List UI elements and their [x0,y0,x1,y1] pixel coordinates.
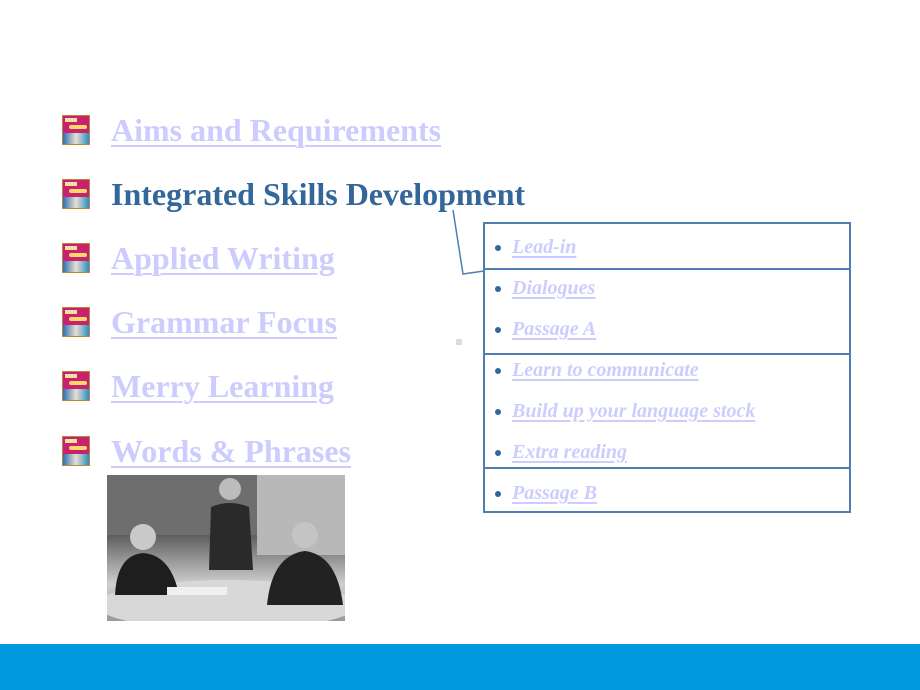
bullet-icon [495,367,501,374]
submenu-item[interactable]: Learn to communicate [495,359,699,382]
bullet-icon [495,449,501,456]
submenu-item[interactable]: Lead-in [495,236,576,259]
divider [485,353,849,355]
divider [485,467,849,469]
divider [485,268,849,270]
submenu-link[interactable]: Build up your language stock [512,400,755,423]
submenu-item[interactable]: Build up your language stock [495,400,755,423]
submenu-link[interactable]: Extra reading [512,441,627,464]
submenu-box: Lead-in Dialogues Passage A Learn to com… [483,222,851,513]
submenu-link[interactable]: Lead-in [512,236,576,259]
bullet-icon [495,490,501,497]
bullet-icon [495,408,501,415]
submenu-item[interactable]: Extra reading [495,441,627,464]
submenu-link[interactable]: Passage B [512,482,597,505]
submenu-item[interactable]: Passage A [495,318,596,341]
submenu-link[interactable]: Passage A [512,318,596,341]
bullet-icon [495,244,501,251]
business-meeting-photo [107,475,345,621]
bullet-icon [495,285,501,292]
footer-bar [0,644,920,690]
submenu-link[interactable]: Learn to communicate [512,359,699,382]
submenu-item[interactable]: Dialogues [495,277,595,300]
bullet-icon [495,326,501,333]
submenu-item[interactable]: Passage B [495,482,597,505]
submenu-link[interactable]: Dialogues [512,277,595,300]
